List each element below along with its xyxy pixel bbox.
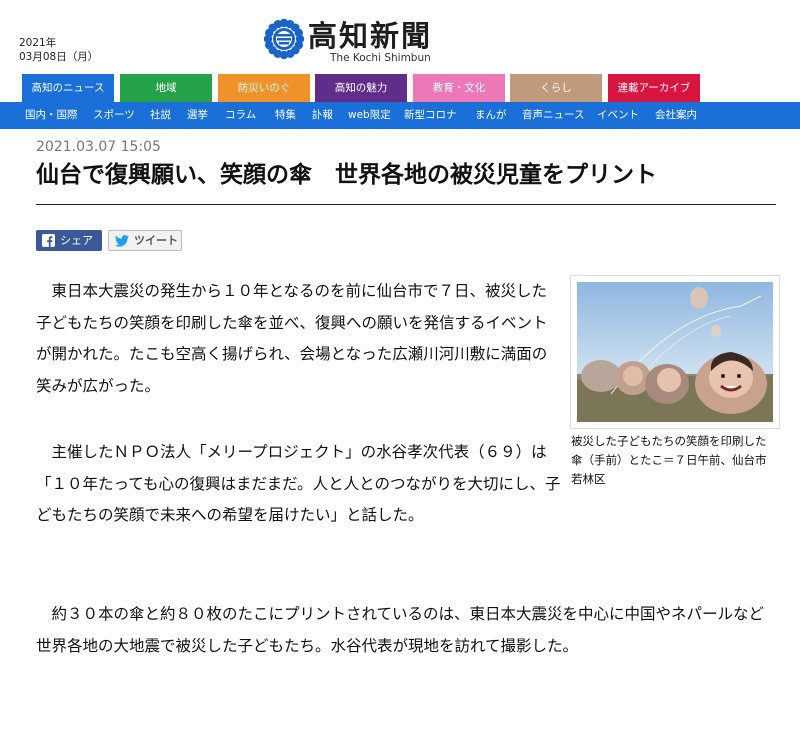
sub-nav-link[interactable]: イベント — [597, 102, 639, 129]
category-tab[interactable]: 教育・文化 — [413, 74, 505, 102]
category-tab[interactable]: 地域 — [120, 74, 212, 102]
date-day: 03月08日（月） — [19, 51, 99, 63]
article-paragraph: 約３０本の傘と約８０枚のたこにプリントされているのは、東日本大震災を中心に中国や… — [36, 605, 765, 655]
logo-wordmark: 高知新聞 — [308, 19, 433, 53]
tweet-button[interactable]: ツイート — [108, 230, 182, 251]
sub-nav-link[interactable]: 国内・国際 — [25, 102, 78, 129]
sub-nav-link[interactable]: 会社案内 — [655, 102, 697, 129]
sub-nav-link[interactable]: 新型コロナ — [404, 102, 457, 129]
facebook-share-button[interactable]: シェア — [36, 230, 102, 251]
sub-nav-link[interactable]: 選挙 — [187, 102, 208, 129]
kochi-emblem-icon — [263, 18, 305, 60]
publish-time: 2021.03.07 15:05 — [36, 139, 161, 155]
site-logo[interactable]: 高知新聞 The Kochi Shimbun — [262, 17, 482, 67]
category-tab[interactable]: 防災いのぐ — [218, 74, 310, 102]
sub-nav-link[interactable]: コラム — [225, 102, 256, 129]
tweet-label: ツイート — [134, 234, 178, 247]
article-photo[interactable] — [570, 275, 780, 429]
article-paragraph: 東日本大震災の発生から１０年となるのを前に仙台市で７日、被災した子どもたちの笑顔… — [36, 282, 548, 395]
category-tab[interactable]: 高知の魅力 — [315, 74, 407, 102]
share-label: シェア — [60, 234, 93, 247]
sub-nav: 国内・国際 スポーツ 社説 選挙 コラム 特集 訃報 web限定 新型コロナ まんが 音声ニュースイ… — [0, 102, 800, 129]
photo-caption: 被災した子どもたちの笑顔を印刷した傘（手前）とたこ＝７日午前、仙台市若林区 — [571, 434, 767, 486]
category-tab[interactable]: 連載アーカイブ — [608, 74, 700, 102]
logo-english: The Kochi Shimbun — [330, 52, 431, 64]
sub-nav-link[interactable]: 訃報 — [312, 102, 333, 129]
sub-nav-link[interactable]: 音声ニュース — [522, 102, 584, 129]
date-year: 2021年 — [19, 37, 57, 49]
category-tab[interactable]: 高知のニュース — [22, 74, 114, 102]
current-date: 2021年 03月08日（月） — [19, 36, 98, 64]
umbrella-kite-photo — [577, 282, 773, 422]
sub-nav-link[interactable]: スポーツ — [93, 102, 135, 129]
article-paragraph: 主催したＮＰＯ法人「メリープロジェクト」の水谷孝次代表（６９）は「１０年たっても… — [36, 443, 561, 524]
sub-nav-link[interactable]: 特集 — [275, 102, 296, 129]
category-nav: 高知のニュース 地域 防災いのぐ 高知の魅力 教育・文化 くらし 連載アーカイブ — [22, 74, 800, 102]
sub-nav-link[interactable]: まんが — [475, 102, 507, 129]
sub-nav-link[interactable]: web限定 — [348, 102, 391, 129]
facebook-icon — [42, 234, 55, 247]
category-tab[interactable]: くらし — [510, 74, 602, 102]
twitter-bird-icon — [115, 235, 129, 247]
headline-divider — [36, 204, 776, 205]
sub-nav-link[interactable]: 社説 — [150, 102, 171, 129]
article-headline: 仙台で復興願い、笑顔の傘 世界各地の被災児童をプリント — [36, 162, 657, 188]
